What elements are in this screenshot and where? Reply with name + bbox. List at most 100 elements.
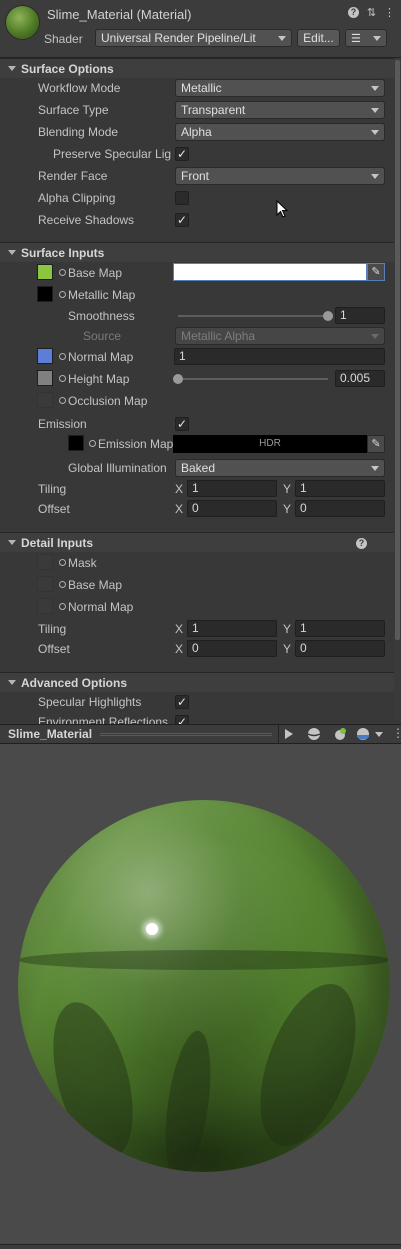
surface-type-dropdown[interactable]: Transparent xyxy=(175,101,385,119)
occlusion-map-texture-slot[interactable] xyxy=(37,392,53,408)
detail-base-map-texture-slot[interactable] xyxy=(37,576,53,592)
emission-color-field[interactable]: HDR xyxy=(173,435,367,453)
environment-reflections-checkbox[interactable]: ✓ xyxy=(175,715,189,724)
preserve-specular-checkbox[interactable]: ✓ xyxy=(175,147,189,161)
render-face-dropdown[interactable]: Front xyxy=(175,167,385,185)
detail-offset-y-field[interactable]: 0 xyxy=(295,640,385,657)
object-picker-icon[interactable] xyxy=(59,375,66,382)
tiling-label: Tiling xyxy=(38,482,67,496)
specular-highlights-checkbox[interactable]: ✓ xyxy=(175,695,189,709)
drag-handle[interactable] xyxy=(100,733,272,736)
toolbar-divider xyxy=(278,724,279,744)
chevron-down-icon xyxy=(373,36,381,41)
detail-tiling-x-label: X xyxy=(175,622,184,636)
emission-checkbox[interactable]: ✓ xyxy=(175,417,189,431)
smoothness-slider-handle[interactable] xyxy=(323,311,333,321)
eyedropper-icon[interactable]: ✎ xyxy=(367,263,385,281)
shader-dropdown[interactable]: Universal Render Pipeline/Lit xyxy=(95,29,292,47)
height-map-texture-slot[interactable] xyxy=(37,370,53,386)
normal-scale-field[interactable]: 1 xyxy=(174,348,385,365)
source-dropdown: Metallic Alpha xyxy=(175,327,385,345)
source-label: Source xyxy=(83,329,122,343)
offset-y-field[interactable]: 0 xyxy=(295,500,385,517)
background-icon[interactable] xyxy=(356,727,370,741)
foldout-arrow-icon xyxy=(8,680,16,685)
detail-offset-label: Offset xyxy=(38,642,70,656)
smoothness-slider-track[interactable] xyxy=(178,315,328,317)
chevron-down-icon xyxy=(278,36,286,41)
material-thumbnail xyxy=(6,6,39,39)
height-value-field[interactable]: 0.005 xyxy=(335,370,385,387)
advanced-options-foldout[interactable]: Advanced Options xyxy=(0,672,394,692)
emission-map-label: Emission Map xyxy=(98,437,174,451)
eyedropper-icon[interactable]: ✎ xyxy=(367,435,385,453)
blending-mode-label: Blending Mode xyxy=(38,125,119,139)
edit-shader-button[interactable]: Edit... xyxy=(297,29,340,47)
normal-map-texture-slot[interactable] xyxy=(37,348,53,364)
foldout-arrow-icon xyxy=(8,540,16,545)
alpha-clipping-checkbox[interactable] xyxy=(175,191,189,205)
dropdown-value: Alpha xyxy=(181,125,212,139)
detail-offset-y-label: Y xyxy=(283,642,292,656)
chevron-down-icon xyxy=(371,108,379,113)
clipped-row: Environment Reflections ✓ xyxy=(0,714,394,724)
surface-inputs-foldout[interactable]: Surface Inputs xyxy=(0,242,394,262)
object-picker-icon[interactable] xyxy=(59,603,66,610)
object-picker-icon[interactable] xyxy=(59,581,66,588)
section-title: Surface Inputs xyxy=(21,246,105,260)
shader-label: Shader xyxy=(44,32,83,46)
metallic-map-label: Metallic Map xyxy=(68,288,136,302)
help-icon[interactable]: ? xyxy=(348,7,359,18)
shader-value: Universal Render Pipeline/Lit xyxy=(101,31,256,45)
preview-sphere xyxy=(18,800,390,1172)
dropdown-value: Front xyxy=(181,169,210,183)
detail-tiling-y-field[interactable]: 1 xyxy=(295,620,385,637)
tiling-y-field[interactable]: 1 xyxy=(295,480,385,497)
height-slider-track[interactable] xyxy=(178,378,328,380)
detail-inputs-foldout[interactable]: Detail Inputs xyxy=(0,532,394,552)
object-picker-icon[interactable] xyxy=(59,353,66,360)
object-picker-icon[interactable] xyxy=(59,559,66,566)
play-icon[interactable] xyxy=(283,728,294,740)
more-menu-icon[interactable]: ⋮ xyxy=(384,7,395,19)
detail-offset-x-field[interactable]: 0 xyxy=(187,640,277,657)
detail-mask-texture-slot[interactable] xyxy=(37,554,53,570)
chevron-down-icon xyxy=(371,130,379,135)
base-map-texture-slot[interactable] xyxy=(37,264,53,280)
foldout-arrow-icon xyxy=(8,250,16,255)
sphere-mesh-icon[interactable] xyxy=(307,727,321,741)
emission-label: Emission xyxy=(38,417,87,431)
shader-options-dropdown[interactable]: ☰ xyxy=(345,29,387,47)
workflow-mode-dropdown[interactable]: Metallic xyxy=(175,79,385,97)
object-picker-icon[interactable] xyxy=(59,291,66,298)
detail-tiling-label: Tiling xyxy=(38,622,67,636)
detail-tiling-y-label: Y xyxy=(283,622,292,636)
surface-options-foldout[interactable]: Surface Options xyxy=(0,58,394,78)
height-slider-handle[interactable] xyxy=(173,374,183,384)
object-picker-icon[interactable] xyxy=(59,269,66,276)
tiling-x-field[interactable]: 1 xyxy=(187,480,277,497)
specular-highlight xyxy=(146,923,158,935)
light-icon[interactable] xyxy=(332,726,348,742)
scrollbar-thumb[interactable] xyxy=(395,60,400,640)
base-map-color-field[interactable] xyxy=(173,263,367,281)
blending-mode-dropdown[interactable]: Alpha xyxy=(175,123,385,141)
more-menu-icon[interactable]: ⋮ xyxy=(392,726,401,740)
foldout-arrow-icon xyxy=(8,66,16,71)
section-title: Surface Options xyxy=(21,62,114,76)
presets-icon[interactable]: ⇅ xyxy=(366,7,377,19)
detail-tiling-x-field[interactable]: 1 xyxy=(187,620,277,637)
smoothness-value-field[interactable]: 1 xyxy=(335,307,385,324)
metallic-map-texture-slot[interactable] xyxy=(37,286,53,302)
detail-offset-x-label: X xyxy=(175,642,184,656)
detail-normal-map-texture-slot[interactable] xyxy=(37,598,53,614)
receive-shadows-checkbox[interactable]: ✓ xyxy=(175,213,189,227)
help-icon[interactable]: ? xyxy=(356,538,367,549)
header-icons: ? ⇅ ⋮ xyxy=(348,7,395,19)
global-illumination-dropdown[interactable]: Baked xyxy=(175,459,385,477)
object-picker-icon[interactable] xyxy=(59,397,66,404)
emission-map-texture-slot[interactable] xyxy=(68,435,84,451)
object-picker-icon[interactable] xyxy=(89,440,96,447)
offset-x-field[interactable]: 0 xyxy=(187,500,277,517)
chevron-down-icon[interactable] xyxy=(375,732,383,737)
